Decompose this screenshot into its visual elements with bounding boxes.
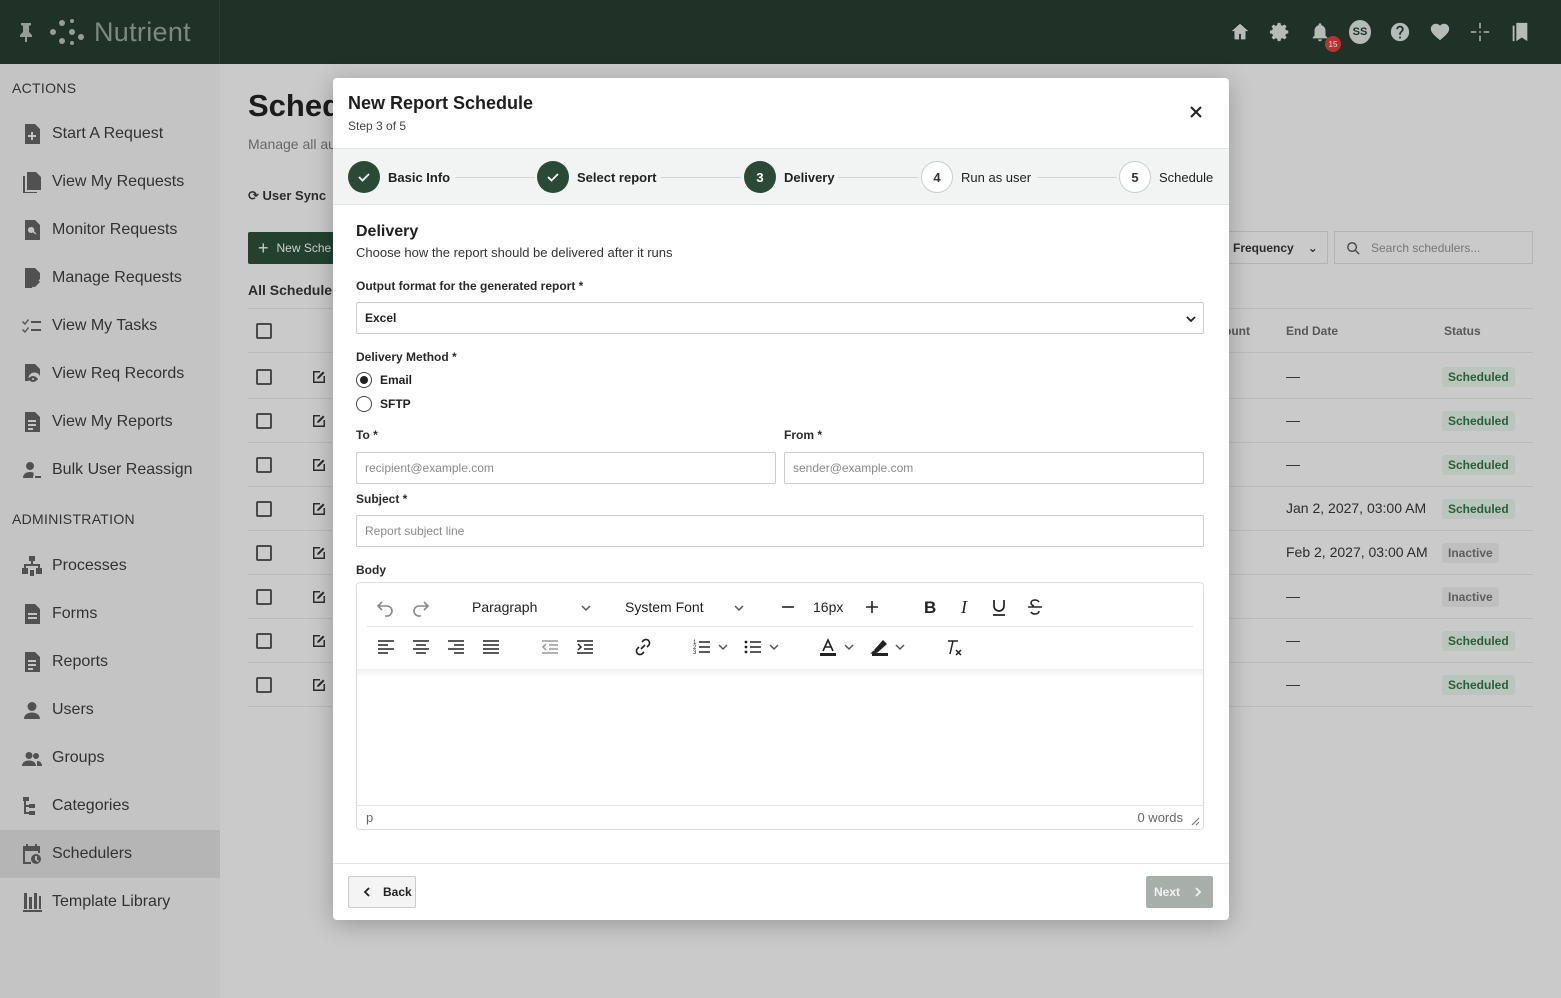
align-justify-icon[interactable] (481, 637, 501, 657)
step-connector (838, 177, 918, 178)
word-count[interactable]: 0 words (1137, 810, 1183, 825)
step-number: 3 (744, 161, 776, 193)
text-color-icon[interactable] (818, 637, 838, 657)
svg-text:I: I (960, 597, 968, 617)
radio-sftp[interactable]: SFTP (356, 396, 411, 412)
step-delivery[interactable]: 3 Delivery (744, 161, 835, 193)
step-label: Delivery (784, 169, 835, 185)
radio-button[interactable] (356, 396, 372, 412)
numbered-list-icon[interactable]: 123 (692, 637, 712, 657)
svg-text:3: 3 (693, 650, 697, 656)
delivery-method-label: Delivery Method * (356, 350, 457, 364)
font-size-input[interactable]: 16px (813, 593, 853, 621)
underline-icon[interactable] (989, 597, 1009, 617)
step-label: Select report (577, 169, 657, 185)
dialog-footer: Back Next (333, 863, 1229, 920)
editor-status-bar: p 0 words (357, 805, 1203, 829)
step-connector (455, 177, 535, 178)
from-input[interactable]: sender@example.com (784, 452, 1204, 484)
redo-icon[interactable] (411, 597, 431, 617)
section-description: Choose how the report should be delivere… (356, 245, 673, 260)
next-button[interactable]: Next (1146, 876, 1213, 908)
chevron-down-icon[interactable] (894, 637, 906, 657)
step-label: Basic Info (388, 169, 451, 185)
editor-toolbar-shadow (357, 669, 1203, 677)
to-input[interactable]: recipient@example.com (356, 452, 776, 484)
step-run-as-user[interactable]: 4 Run as user (921, 161, 1031, 193)
chevron-down-icon (1186, 316, 1196, 323)
link-icon[interactable] (633, 637, 653, 657)
svg-text:B: B (924, 598, 936, 617)
radio-button[interactable] (356, 372, 372, 388)
block-format-dropdown[interactable]: Paragraph (462, 593, 592, 621)
back-button[interactable]: Back (348, 876, 416, 908)
editor-content-area[interactable] (357, 677, 1203, 803)
highlight-color-icon[interactable] (870, 637, 890, 657)
step-number: 5 (1119, 161, 1151, 193)
stepper: Basic Info Select report 3 Delivery 4 Ru… (333, 148, 1229, 205)
align-left-icon[interactable] (376, 637, 396, 657)
step-label: Schedule (1159, 169, 1214, 185)
chevron-down-icon[interactable] (843, 637, 855, 657)
bullet-list-icon[interactable] (743, 637, 763, 657)
editor-toolbar-row: 123 (367, 627, 1193, 667)
element-path[interactable]: p (366, 810, 373, 825)
increase-font-size-icon[interactable] (862, 597, 882, 617)
chevron-left-icon (363, 887, 370, 897)
strikethrough-icon[interactable] (1025, 597, 1045, 617)
body-label: Body (356, 563, 386, 577)
chevron-down-icon[interactable] (768, 637, 780, 657)
step-select-report[interactable]: Select report (537, 161, 656, 193)
font-family-dropdown[interactable]: System Font (617, 593, 745, 621)
decrease-font-size-icon[interactable] (778, 597, 798, 617)
step-connector (1037, 177, 1117, 178)
step-number: 4 (921, 161, 953, 193)
new-report-schedule-dialog: New Report Schedule Step 3 of 5 Basic In… (333, 78, 1229, 920)
chevron-down-icon[interactable] (717, 637, 729, 657)
section-title: Delivery (356, 223, 419, 240)
output-format-label: Output format for the generated report * (356, 279, 584, 293)
align-center-icon[interactable] (411, 637, 431, 657)
italic-icon[interactable]: I (955, 597, 975, 617)
subject-label: Subject * (356, 492, 408, 506)
align-right-icon[interactable] (446, 637, 466, 657)
chevron-down-icon (734, 605, 744, 612)
radio-email[interactable]: Email (356, 372, 412, 388)
step-connector (661, 177, 741, 178)
close-icon[interactable] (1188, 104, 1204, 120)
step-basic-info[interactable]: Basic Info (348, 161, 450, 193)
to-label: To * (356, 428, 378, 442)
chevron-right-icon (1195, 887, 1202, 897)
chevron-down-icon (581, 605, 591, 612)
indent-icon[interactable] (575, 637, 595, 657)
step-indicator: Step 3 of 5 (348, 119, 407, 133)
output-format-select[interactable]: Excel (356, 302, 1204, 334)
step-schedule[interactable]: 5 Schedule (1119, 161, 1213, 193)
editor-toolbar-row: Paragraph System Font 16px B I (367, 587, 1193, 627)
clear-formatting-icon[interactable] (944, 637, 964, 657)
check-icon (537, 161, 569, 193)
from-label: From * (784, 428, 823, 442)
bold-icon[interactable]: B (920, 597, 940, 617)
rich-text-editor: Paragraph System Font 16px B I 123 p 0 w… (356, 582, 1204, 830)
check-icon (348, 161, 380, 193)
subject-input[interactable]: Report subject line (356, 515, 1204, 547)
step-label: Run as user (961, 169, 1032, 185)
resize-handle-icon[interactable] (1190, 816, 1200, 826)
dialog-title: New Report Schedule (348, 93, 534, 113)
undo-icon[interactable] (375, 597, 395, 617)
outdent-icon[interactable] (540, 637, 560, 657)
